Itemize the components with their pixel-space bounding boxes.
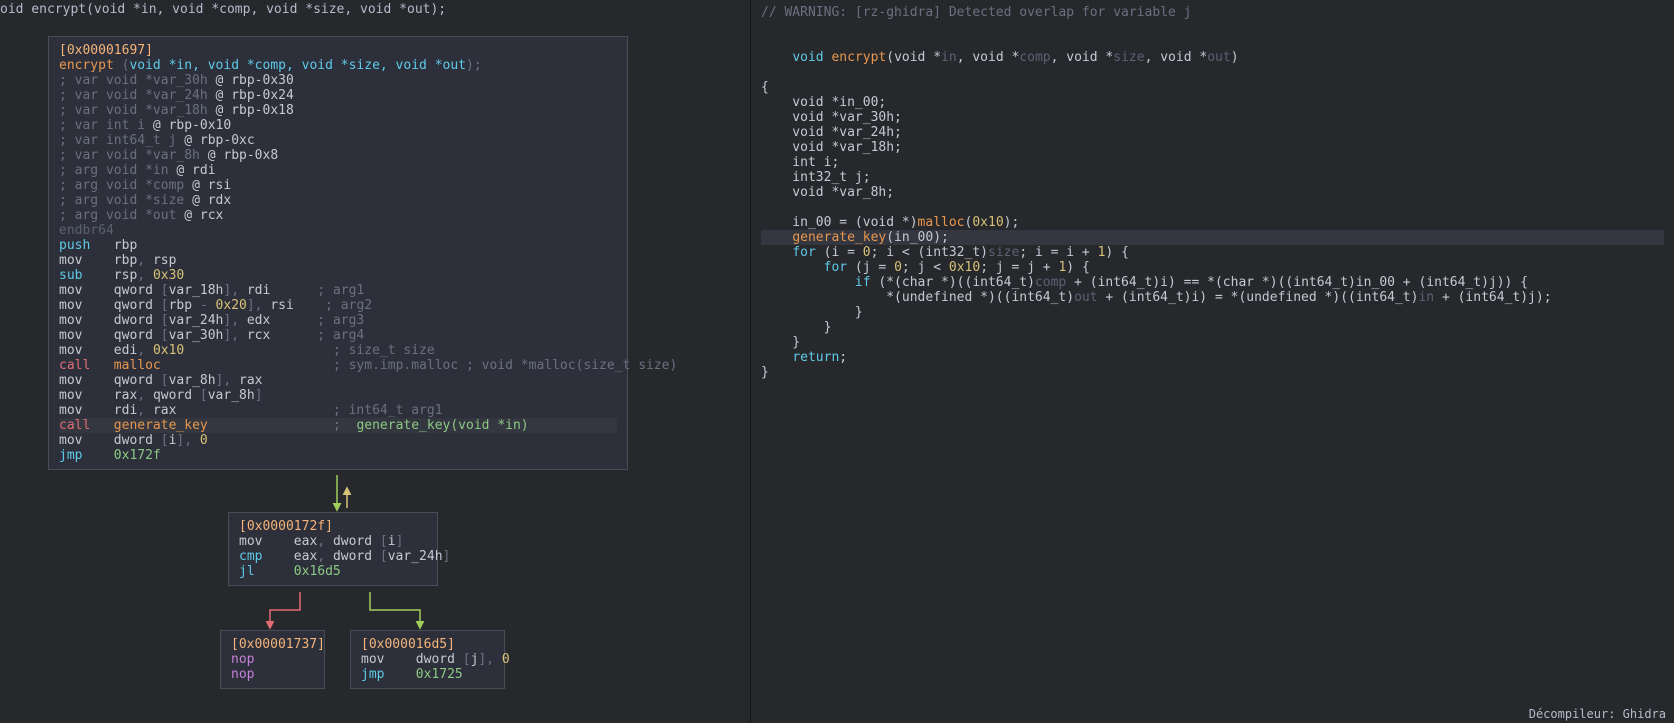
body-line: *(undefined *)((int64_t)out + (int64_t)i… — [761, 290, 1664, 305]
decomp-signature: void encrypt(void *in, void *comp, void … — [761, 35, 1664, 80]
body-line: for (i = 0; i < (int32_t)size; i = i + 1… — [761, 245, 1664, 260]
body-line: in_00 = (void *)malloc(0x10); — [761, 215, 1664, 230]
graph-panel[interactable]: oid encrypt(void *in, void *comp, void *… — [0, 0, 750, 723]
decompiler-panel[interactable]: // WARNING: [rz-ghidra] Detected overlap… — [750, 0, 1674, 723]
body-line: } — [761, 305, 1664, 320]
decl-line: int i; — [761, 155, 1664, 170]
body-line: } — [761, 320, 1664, 335]
function-signature-bar: oid encrypt(void *in, void *comp, void *… — [0, 0, 750, 19]
brace-close: } — [761, 365, 1664, 380]
brace-open: { — [761, 80, 1664, 95]
body-line: } — [761, 335, 1664, 350]
graph-block-16d5[interactable]: [0x000016d5]mov dword [j], 0jmp 0x1725 — [350, 630, 505, 689]
graph-block-main[interactable]: [0x00001697]encrypt (void *in, void *com… — [48, 36, 628, 470]
decl-line: void *var_8h; — [761, 185, 1664, 200]
decompiler-footer-label: Décompileur: Ghidra — [1529, 707, 1666, 721]
body-line: if (*(char *)((int64_t)comp + (int64_t)i… — [761, 275, 1664, 290]
body-line: generate_key(in_00); — [761, 230, 1664, 245]
decomp-declarations: void *in_00; void *var_30h; void *var_24… — [761, 95, 1664, 200]
decl-line: int32_t j; — [761, 170, 1664, 185]
graph-block-1737[interactable]: [0x00001737]nopnop — [220, 630, 325, 689]
decl-line: void *in_00; — [761, 95, 1664, 110]
graph-block-172f[interactable]: [0x0000172f]mov eax, dword [i]cmp eax, d… — [228, 512, 438, 586]
decomp-body: in_00 = (void *)malloc(0x10); generate_k… — [761, 215, 1664, 365]
body-line: return; — [761, 350, 1664, 365]
decl-line: void *var_24h; — [761, 125, 1664, 140]
body-line: for (j = 0; j < 0x10; j = j + 1) { — [761, 260, 1664, 275]
decl-line: void *var_18h; — [761, 140, 1664, 155]
decl-line: void *var_30h; — [761, 110, 1664, 125]
warning-comment: // WARNING: [rz-ghidra] Detected overlap… — [761, 5, 1664, 20]
